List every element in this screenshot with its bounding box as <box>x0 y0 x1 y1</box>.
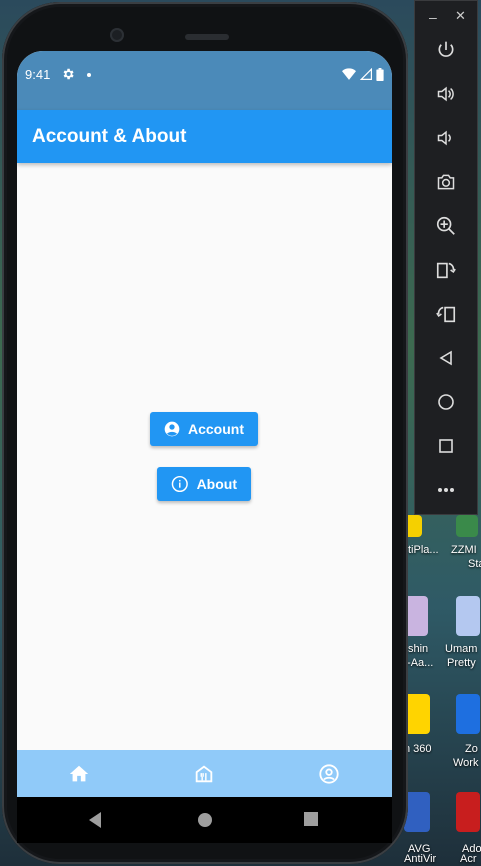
desktop-label: ZZMI <box>451 544 477 556</box>
phone-screen: 9:41 Account & About Account About <box>17 51 392 797</box>
system-navigation-bar <box>17 797 392 843</box>
zoom-in-icon[interactable] <box>433 213 459 239</box>
about-button-label: About <box>196 476 237 492</box>
close-icon[interactable]: ✕ <box>455 8 466 24</box>
account-button[interactable]: Account <box>150 412 258 446</box>
home-circle-icon[interactable] <box>196 811 214 829</box>
desktop-label: Umam <box>445 643 478 655</box>
toolbar-header: – ✕ <box>415 1 479 31</box>
desktop-label: n 360 <box>404 743 432 755</box>
page-title: Account & About <box>32 126 187 147</box>
status-icons <box>342 67 384 81</box>
app-icon[interactable] <box>456 515 478 537</box>
volume-up-icon[interactable] <box>433 81 459 107</box>
volume-down-icon[interactable] <box>433 125 459 151</box>
desktop-label: Zo <box>465 743 478 755</box>
status-time: 9:41 <box>25 67 51 82</box>
home-circle-icon[interactable] <box>433 389 459 415</box>
account-button-label: Account <box>188 421 244 437</box>
desktop-label: Pretty <box>447 657 476 669</box>
info-icon <box>171 475 188 493</box>
desktop-label: Work <box>453 757 479 769</box>
status-bar: 9:41 <box>17 51 392 110</box>
front-camera <box>110 28 124 42</box>
app-bar: Account & About <box>17 110 392 163</box>
overview-icon[interactable] <box>433 433 459 459</box>
rotate-left-icon[interactable] <box>433 257 459 283</box>
battery-icon <box>376 67 384 81</box>
app-icon[interactable] <box>456 792 480 832</box>
minimize-icon[interactable]: – <box>429 9 437 25</box>
back-icon[interactable] <box>87 811 103 829</box>
emulator-toolbar: – ✕ <box>414 0 478 515</box>
app-icon[interactable] <box>456 694 480 734</box>
wifi-icon <box>342 68 356 80</box>
overview-icon[interactable] <box>303 811 319 827</box>
bottom-navigation <box>17 750 392 797</box>
app-icon[interactable] <box>456 596 480 636</box>
settings-icon <box>63 68 74 80</box>
account-circle-icon[interactable] <box>318 763 340 785</box>
house-app-icon[interactable] <box>193 763 215 785</box>
camera-icon[interactable] <box>433 169 459 195</box>
earpiece <box>185 34 229 40</box>
about-button[interactable]: About <box>157 467 251 501</box>
desktop-label: tiPla... <box>408 544 439 556</box>
back-icon[interactable] <box>433 345 459 371</box>
notification-dot <box>87 73 91 77</box>
rotate-right-icon[interactable] <box>433 301 459 327</box>
desktop-label: shin <box>408 643 429 655</box>
more-icon[interactable] <box>433 477 459 503</box>
power-icon[interactable] <box>433 37 459 63</box>
desktop-label: Acr <box>460 853 477 865</box>
desktop-label: t-Aa... <box>404 657 434 669</box>
desktop-label: Sta <box>468 558 481 570</box>
account-circle-icon <box>164 421 180 437</box>
home-icon[interactable] <box>68 763 90 785</box>
desktop-label: AntiVir <box>404 853 437 865</box>
signal-icon <box>360 68 372 80</box>
